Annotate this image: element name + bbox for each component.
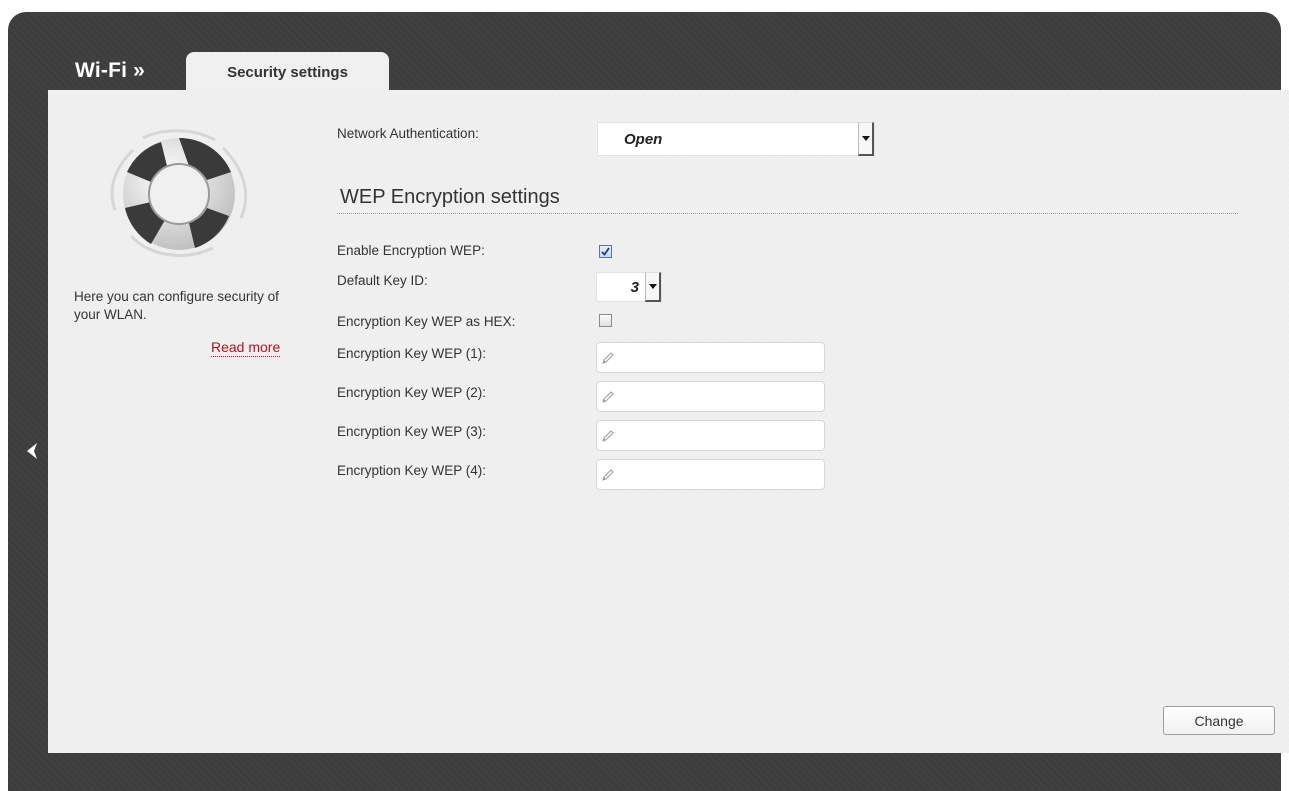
divider (337, 213, 1238, 214)
default-key-id-select[interactable]: 3 (596, 272, 662, 302)
network-authentication-label: Network Authentication: (337, 126, 479, 141)
wep-key-3-input[interactable] (596, 420, 825, 451)
wep-key-2-label: Encryption Key WEP (2): (337, 385, 487, 400)
checkmark-icon (601, 247, 610, 256)
enable-wep-label: Enable Encryption WEP: (337, 243, 485, 258)
default-key-id-label: Default Key ID: (337, 273, 428, 288)
tab-security-settings[interactable]: Security settings (186, 52, 389, 92)
chevron-down-icon (858, 122, 874, 156)
network-authentication-select[interactable]: Open (597, 122, 875, 156)
key-as-hex-label: Encryption Key WEP as HEX: (337, 314, 516, 329)
read-more-link[interactable]: Read more (211, 339, 281, 357)
help-text: Here you can configure security of your … (74, 289, 279, 322)
enable-wep-checkbox[interactable] (599, 245, 612, 258)
wep-key-4-label: Encryption Key WEP (4): (337, 463, 487, 478)
section-title: Wi-Fi » (75, 59, 146, 82)
chevron-down-icon (645, 272, 661, 302)
wep-key-1-input[interactable] (596, 342, 825, 373)
back-arrow-icon[interactable] (20, 433, 44, 469)
default-key-id-value: 3 (630, 278, 639, 296)
pencil-icon (602, 469, 614, 481)
pencil-icon (602, 391, 614, 403)
wep-key-4-input[interactable] (596, 459, 825, 490)
key-as-hex-checkbox[interactable] (599, 314, 612, 327)
lifebuoy-icon (103, 120, 255, 273)
wep-key-3-label: Encryption Key WEP (3): (337, 424, 487, 439)
wep-section-title: WEP Encryption settings (340, 186, 560, 208)
change-button[interactable]: Change (1163, 706, 1275, 735)
wep-key-2-input[interactable] (596, 381, 825, 412)
pencil-icon (602, 352, 614, 364)
pencil-icon (602, 430, 614, 442)
wep-key-1-label: Encryption Key WEP (1): (337, 346, 487, 361)
network-authentication-value: Open (624, 130, 663, 148)
